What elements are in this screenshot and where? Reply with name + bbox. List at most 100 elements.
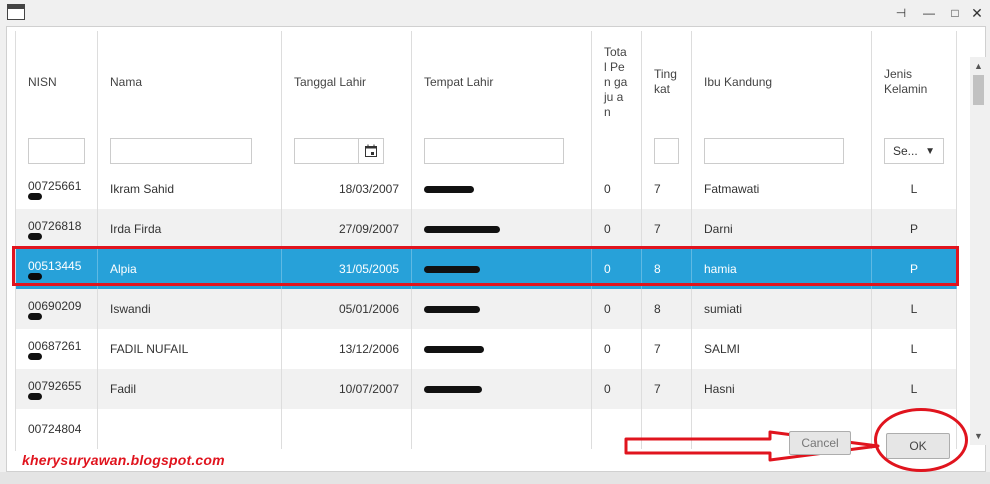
col-header-jenis-kelamin-label: Jenis Kelamin — [884, 67, 928, 96]
redaction-mark — [28, 312, 42, 320]
redaction-mark — [424, 345, 484, 353]
filter-ibu-kandung-input[interactable] — [704, 138, 844, 164]
redaction-mark — [28, 232, 42, 240]
cell-tanggal-lahir: 27/09/2007 — [282, 209, 412, 249]
cell-ibu-kandung: Fatmawati — [692, 169, 872, 209]
filter-cell-ibu-kandung — [692, 133, 872, 169]
col-header-tingkat[interactable]: Ting kat — [642, 31, 692, 133]
cell-total-pengajuan: 0 — [592, 209, 642, 249]
cell-tanggal-lahir — [282, 409, 412, 449]
cell-total-pengajuan: 0 — [592, 169, 642, 209]
calendar-icon[interactable] — [358, 139, 383, 163]
cell-nisn: 00726818 — [16, 209, 98, 249]
cell-tanggal-lahir: 05/01/2006 — [282, 289, 412, 329]
cell-tingkat: 8 — [642, 289, 692, 329]
cell-ibu-kandung: Hasni — [692, 369, 872, 409]
cell-tingkat: 7 — [642, 209, 692, 249]
redaction-mark — [28, 392, 42, 400]
filter-cell-tingkat — [642, 133, 692, 169]
redaction-mark — [424, 305, 480, 313]
cell-tanggal-lahir: 13/12/2006 — [282, 329, 412, 369]
cell-total-pengajuan: 0 — [592, 369, 642, 409]
chevron-down-icon: ▼ — [925, 145, 935, 157]
table-row[interactable]: 00792655 Fadil 10/07/2007 0 7 Hasni L — [16, 369, 957, 409]
vertical-scrollbar[interactable]: ▲ ▼ — [970, 57, 987, 445]
cancel-button[interactable]: Cancel — [789, 431, 851, 455]
col-header-ibu-kandung[interactable]: Ibu Kandung — [692, 31, 872, 133]
filter-jenis-kelamin-select[interactable]: Se... ▼ — [884, 138, 944, 164]
pin-icon[interactable]: ⊣ — [890, 3, 912, 23]
cell-nama: Ikram Sahid — [98, 169, 282, 209]
filter-row: Se... ▼ — [16, 133, 957, 170]
table-row[interactable]: 00725661 Ikram Sahid 18/03/2007 0 7 Fatmawati… — [16, 169, 957, 209]
nisn-value: 00726818 — [28, 218, 82, 233]
filter-nisn-input[interactable] — [28, 138, 85, 164]
cell-jenis-kelamin: L — [872, 169, 957, 209]
cell-jenis-kelamin: L — [872, 329, 957, 369]
cell-tempat-lahir — [412, 409, 592, 449]
cell-ibu-kandung: sumiati — [692, 289, 872, 329]
table-row[interactable]: 00726818 Irda Firda 27/09/2007 0 7 Darni P — [16, 209, 957, 249]
cell-nisn: 00725661 — [16, 169, 98, 209]
close-button[interactable]: ✕ — [966, 3, 988, 23]
cell-jenis-kelamin: P — [872, 209, 957, 249]
redaction-mark — [28, 192, 42, 200]
nisn-value: 00792655 — [28, 378, 82, 393]
redaction-mark — [424, 225, 500, 233]
cell-tingkat: 7 — [642, 369, 692, 409]
cell-total-pengajuan: 0 — [592, 329, 642, 369]
cell-nama: Irda Firda — [98, 209, 282, 249]
cell-tempat-lahir — [412, 289, 592, 329]
filter-tempat-lahir-input[interactable] — [424, 138, 564, 164]
filter-cell-tempat-lahir — [412, 133, 592, 169]
filter-nama-input[interactable] — [110, 138, 252, 164]
selected-row-highlight-annotation — [12, 246, 959, 286]
redaction-mark — [424, 185, 474, 193]
cell-tempat-lahir — [412, 329, 592, 369]
cell-tingkat: 7 — [642, 169, 692, 209]
cell-tingkat: 7 — [642, 329, 692, 369]
bottom-strip — [0, 472, 990, 484]
cell-nama: FADIL NUFAIL — [98, 329, 282, 369]
cell-tanggal-lahir: 10/07/2007 — [282, 369, 412, 409]
filter-tingkat-input[interactable] — [654, 138, 679, 164]
cell-ibu-kandung: Darni — [692, 209, 872, 249]
filter-cell-total-pengajuan — [592, 133, 642, 169]
minimize-button[interactable]: — — [918, 3, 940, 23]
scroll-down-icon[interactable]: ▼ — [974, 431, 983, 441]
col-header-jenis-kelamin[interactable]: Jenis Kelamin — [872, 31, 957, 133]
col-header-total-pengajuan-label: Tota l Pen gaju an — [604, 44, 628, 119]
col-header-tingkat-label: Ting kat — [654, 67, 677, 96]
cell-nama: Fadil — [98, 369, 282, 409]
cell-jenis-kelamin: L — [872, 289, 957, 329]
filter-cell-jenis-kelamin: Se... ▼ — [872, 133, 957, 169]
cell-jenis-kelamin: L — [872, 369, 957, 409]
filter-cell-tanggal-lahir — [282, 133, 412, 169]
redaction-mark — [424, 385, 482, 393]
col-header-tanggal-lahir[interactable]: Tanggal Lahir — [282, 31, 412, 133]
filter-cell-nama — [98, 133, 282, 169]
scroll-up-icon[interactable]: ▲ — [974, 61, 983, 71]
col-header-tempat-lahir[interactable]: Tempat Lahir — [412, 31, 592, 133]
filter-tanggal-lahir-input[interactable] — [294, 138, 384, 164]
nisn-value: 00724804 — [28, 422, 82, 436]
filter-cell-nisn — [16, 133, 98, 169]
cell-nisn: 00724804 — [16, 409, 98, 449]
nisn-value: 00725661 — [28, 178, 82, 193]
redaction-mark — [28, 352, 42, 360]
student-grid: NISN Nama Tanggal Lahir Tempat Lahir Tot… — [15, 31, 964, 451]
table-row[interactable]: 00687261 FADIL NUFAIL 13/12/2006 0 7 SALMI L — [16, 329, 957, 369]
cell-tempat-lahir — [412, 209, 592, 249]
calendar-icon-glyph — [365, 144, 377, 157]
col-header-nisn[interactable]: NISN — [16, 31, 98, 133]
col-header-total-pengajuan[interactable]: Tota l Pen gaju an — [592, 31, 642, 133]
col-header-nama[interactable]: Nama — [98, 31, 282, 133]
cell-nama — [98, 409, 282, 449]
scrollbar-thumb[interactable] — [973, 75, 984, 105]
table-row[interactable]: 00690209 Iswandi 05/01/2006 0 8 sumiati L — [16, 289, 957, 329]
maximize-button[interactable]: □ — [944, 3, 966, 23]
cell-nisn: 00792655 — [16, 369, 98, 409]
cell-nisn: 00690209 — [16, 289, 98, 329]
nisn-value: 00687261 — [28, 338, 82, 353]
window-icon — [7, 4, 25, 20]
